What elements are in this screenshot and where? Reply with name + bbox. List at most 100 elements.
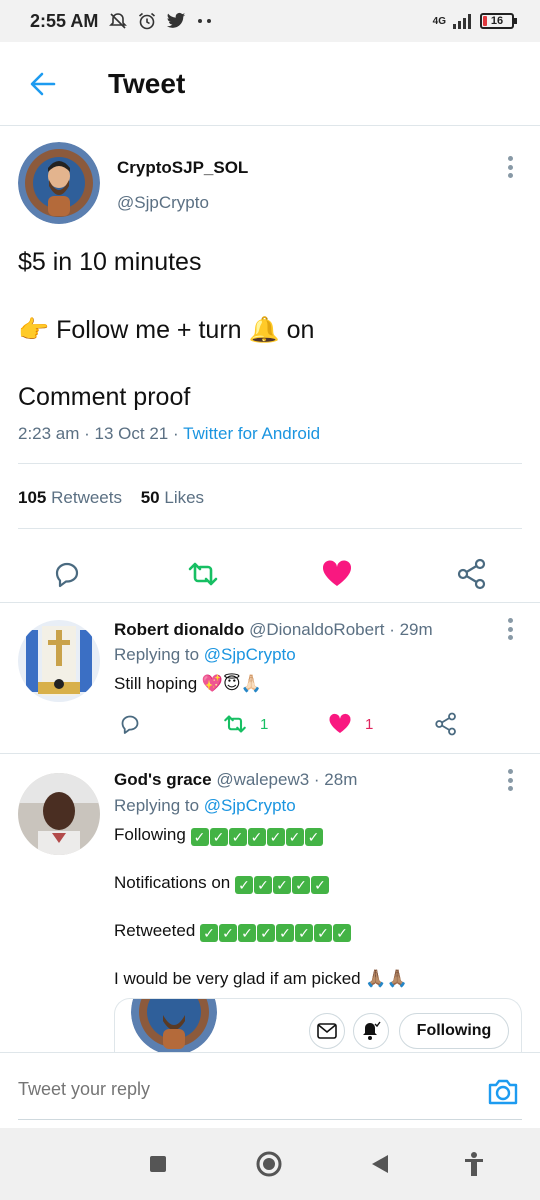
reply-text-line: I would be very glad if am picked 🙏🏽🙏🏽 (114, 969, 408, 988)
likes-stat[interactable]: 50 Likes (141, 488, 204, 507)
tweet-source-link[interactable]: Twitter for Android (183, 424, 320, 443)
reply-text-line: Notifications on ✓ ✓ ✓ ✓ ✓ (114, 873, 330, 894)
tweet-text-line: Comment proof (18, 383, 191, 411)
bell-check-icon (363, 1021, 381, 1040)
author-name[interactable]: CryptoSJP_SOL (117, 158, 248, 178)
check-emojis: ✓ ✓ ✓ ✓ ✓ (234, 873, 330, 894)
divider (18, 528, 522, 529)
app-header: Tweet (0, 42, 540, 126)
check-mark-icon: ✓ (266, 828, 285, 846)
reply-icon[interactable] (51, 558, 83, 590)
replying-to: Replying to @SjpCrypto (114, 796, 296, 815)
retweet-icon[interactable] (222, 712, 248, 736)
retweets-stat[interactable]: 105 Retweets (18, 488, 122, 507)
more-options-icon[interactable] (507, 156, 513, 178)
reply-icon[interactable] (118, 712, 142, 736)
check-mark-icon: ✓ (276, 924, 295, 942)
check-mark-icon: ✓ (291, 876, 310, 894)
tweet-meta: 2:23 am · 13 Oct 21 · Twitter for Androi… (18, 424, 321, 443)
check-mark-icon: ✓ (257, 924, 276, 942)
reply-action[interactable] (118, 712, 142, 736)
reply-text-line: Following ✓ ✓ ✓ ✓ ✓ ✓ ✓ (114, 825, 324, 846)
system-nav-bar (0, 1128, 540, 1200)
like-icon[interactable] (321, 558, 353, 590)
reply-header: God's grace @walepew3 · 28m (114, 770, 357, 790)
message-button[interactable] (309, 1013, 345, 1049)
tweet-time: 2:23 am (18, 424, 80, 443)
accessibility-icon[interactable] (460, 1150, 488, 1178)
reply-avatar[interactable] (18, 620, 100, 702)
like-icon[interactable] (327, 712, 353, 736)
status-time: 2:55 AM (30, 10, 99, 31)
home-circle-icon[interactable] (255, 1150, 283, 1178)
reply-input[interactable] (18, 1079, 458, 1100)
reply-text: Still hoping 💖😇🙏🏻 (114, 674, 262, 693)
tweet-actions (0, 546, 540, 602)
replying-to: Replying to @SjpCrypto (114, 645, 296, 664)
share-icon[interactable] (456, 558, 488, 590)
following-button[interactable]: Following (399, 1013, 509, 1049)
reply-text-line: Retweeted ✓ ✓ ✓ ✓ ✓ ✓ ✓ ✓ (114, 921, 352, 942)
tweet-stats: 105 Retweets 50 Likes (18, 488, 204, 508)
reply-more-options-icon[interactable] (507, 618, 513, 640)
check-emojis: ✓ ✓ ✓ ✓ ✓ ✓ ✓ ✓ (200, 921, 352, 942)
retweet-action[interactable]: 1 (222, 712, 268, 736)
author-avatar[interactable] (18, 142, 100, 224)
reply-author-handle[interactable]: @DionaldoRobert (249, 620, 384, 639)
back-triangle-icon[interactable] (366, 1150, 394, 1178)
check-mark-icon: ✓ (234, 876, 253, 894)
check-mark-icon: ✓ (228, 828, 247, 846)
alarm-icon (139, 12, 156, 30)
check-mark-icon: ✓ (209, 828, 228, 846)
battery-icon: 16 (480, 13, 517, 29)
more-dots-icon (198, 19, 212, 23)
profile-card-preview[interactable]: Following (114, 998, 522, 1054)
reply-tweet[interactable]: Robert dionaldo @DionaldoRobert · 29m Re… (0, 602, 540, 752)
page-title: Tweet (108, 68, 186, 99)
reply-time: · 29m (389, 620, 433, 639)
check-mark-icon: ✓ (314, 924, 333, 942)
replying-to-link[interactable]: @SjpCrypto (204, 796, 296, 815)
share-action[interactable] (434, 712, 458, 736)
check-mark-icon: ✓ (190, 828, 209, 846)
check-mark-icon: ✓ (253, 876, 272, 894)
replying-to-link[interactable]: @SjpCrypto (204, 645, 296, 664)
check-mark-icon: ✓ (219, 924, 238, 942)
like-count: 1 (365, 715, 374, 733)
network-type: 4G (432, 15, 446, 27)
retweet-count: 1 (260, 715, 269, 733)
reply-time: · 28m (313, 770, 358, 789)
status-bar: 2:55 AM 4G 16 (0, 0, 540, 42)
check-mark-icon: ✓ (272, 876, 291, 894)
notifications-button[interactable] (353, 1013, 389, 1049)
tweet-date: 13 Oct 21 (94, 424, 169, 443)
reply-author-name[interactable]: Robert dionaldo (114, 620, 244, 639)
reply-avatar[interactable] (18, 773, 100, 855)
check-mark-icon: ✓ (295, 924, 314, 942)
recents-square-icon[interactable] (144, 1150, 172, 1178)
reply-composer (0, 1052, 540, 1128)
like-action[interactable]: 1 (327, 712, 373, 736)
check-mark-icon: ✓ (285, 828, 304, 846)
reply-more-options-icon[interactable] (507, 769, 513, 791)
tweet-text-line: $5 in 10 minutes (18, 248, 202, 276)
reply-author-handle[interactable]: @walepew3 (216, 770, 309, 789)
reply-header: Robert dionaldo @DionaldoRobert · 29m (114, 620, 433, 640)
check-mark-icon: ✓ (333, 924, 352, 942)
author-handle[interactable]: @SjpCrypto (117, 193, 209, 213)
envelope-icon (317, 1023, 337, 1039)
battery-level: 16 (490, 15, 504, 27)
camera-icon[interactable] (486, 1075, 520, 1109)
divider (18, 1119, 522, 1120)
signal-icon (453, 14, 471, 29)
check-emojis: ✓ ✓ ✓ ✓ ✓ ✓ ✓ (190, 825, 324, 846)
check-mark-icon: ✓ (238, 924, 257, 942)
card-avatar (131, 999, 217, 1054)
divider (18, 463, 522, 464)
check-mark-icon: ✓ (310, 876, 329, 894)
twitter-icon (167, 12, 186, 28)
retweet-icon[interactable] (187, 558, 219, 590)
back-arrow-icon[interactable] (28, 70, 56, 98)
reply-author-name[interactable]: God's grace (114, 770, 212, 789)
share-icon[interactable] (434, 712, 458, 736)
